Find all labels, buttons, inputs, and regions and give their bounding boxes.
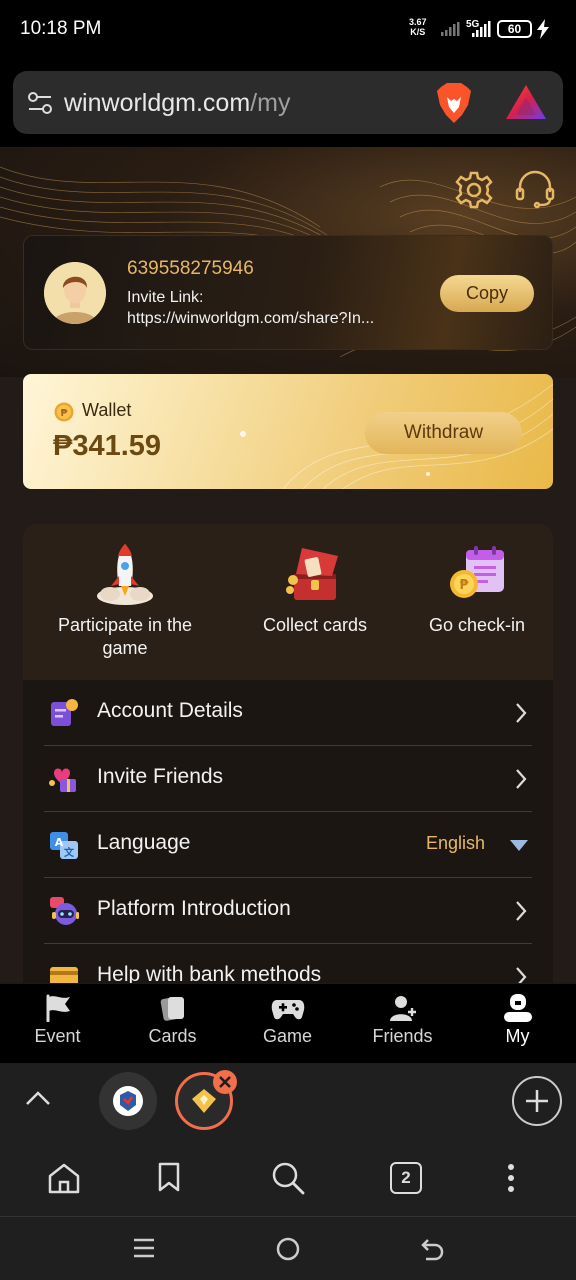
new-tab-button[interactable] [512,1076,562,1126]
charging-icon [537,19,549,39]
close-tab-icon[interactable] [213,1070,237,1094]
tab-switcher-button[interactable]: 2 [390,1162,422,1194]
settings-menu: Account Details Invite Friends A 文 Langu… [23,680,553,983]
tab-label: Friends [372,1026,433,1046]
quick-action-label: Collect cards [262,615,368,635]
signal-icon [441,22,460,36]
browser-header: winworldgm.com/my [0,60,576,147]
quick-action-participate[interactable]: Participate in the game [37,542,213,660]
profile-card: 639558275946 Invite Link: https://winwor… [23,235,553,350]
quick-action-label: Go check-in [428,615,526,635]
chevron-up-icon[interactable] [25,1090,51,1106]
add-friend-icon [389,996,416,1021]
wallet-label: Wallet [82,400,132,420]
withdraw-button[interactable]: Withdraw [365,412,522,454]
quick-action-check-in[interactable]: ₱ Go check-in [397,542,557,637]
battery-icon: 60 [497,20,532,38]
tab-game[interactable]: Game [230,994,345,1047]
tab-label: Game [262,1026,313,1046]
invite-link-url: https://winworldgm.com/share?In... [127,310,375,327]
address-bar[interactable]: winworldgm.com/my [13,71,563,134]
translate-icon: A 文 [50,832,78,859]
rocket-icon [97,544,153,605]
dropdown-triangle-icon [510,840,528,851]
gift-heart-icon [49,768,76,792]
tab-label: Cards [148,1026,197,1046]
winworld-favicon-icon [192,1089,216,1113]
gamepad-icon [271,1000,304,1020]
copy-button[interactable]: Copy [440,275,534,312]
browser-toolbar: 2 [0,1137,576,1217]
user-icon [503,994,532,1022]
avatar [44,262,106,324]
tab-event[interactable]: Event [0,994,115,1047]
robot-chat-icon [50,897,79,925]
recent-apps-icon[interactable] [133,1237,155,1259]
system-navigation-bar [0,1217,576,1280]
quick-action-label: Participate in the game [57,615,193,658]
account-book-icon [51,699,78,726]
menu-item-label: Account Details [97,699,243,722]
bottom-tab-nav: Event Cards Game Friends My [0,983,576,1063]
chevron-right-icon [516,901,527,921]
user-avatar-icon [44,262,106,324]
tab-my[interactable]: My [460,994,575,1047]
status-bar: 10:18 PM 3.67 K/S 5G 60 [0,0,576,60]
chevron-right-icon [516,967,527,983]
flag-icon [46,994,70,1022]
home-circle-icon[interactable] [276,1237,300,1261]
bookmark-icon[interactable] [157,1162,181,1192]
signal-5g-icon: 5G [466,19,494,38]
back-icon[interactable] [420,1237,444,1261]
tab-label: Event [34,1026,81,1046]
plus-icon [526,1090,548,1112]
quick-actions: Participate in the game Collect cards ₱ [23,524,553,680]
home-icon[interactable] [47,1162,81,1194]
wallet-card: ₱ Wallet ₱341.59 Withdraw [23,374,553,489]
menu-item-platform-introduction[interactable]: Platform Introduction [44,878,532,944]
user-id: 639558275946 [127,258,254,279]
chevron-right-icon [516,769,527,789]
quick-action-collect-cards[interactable]: Collect cards [227,542,403,637]
svg-text:₱: ₱ [61,408,68,419]
calendar-coin-icon: ₱ [450,546,504,598]
more-menu-icon[interactable] [506,1163,516,1193]
my-page: 639558275946 Invite Link: https://winwor… [0,147,576,983]
menu-item-label: Language [97,831,191,854]
language-value: English [426,833,486,853]
menu-item-account-details[interactable]: Account Details [44,680,532,746]
treasure-chest-icon [286,548,338,600]
brave-rewards-icon[interactable] [506,85,546,121]
tab-label: My [505,1026,530,1046]
svg-text:文: 文 [64,846,75,859]
network-speed: 3.67 K/S [409,17,427,37]
brave-shields-icon[interactable] [435,83,473,123]
chevron-right-icon [516,703,527,723]
cards-icon [160,997,184,1021]
menu-item-invite-friends[interactable]: Invite Friends [44,746,532,812]
svg-text:A: A [55,836,64,849]
site-favicon-icon [113,1086,143,1116]
bank-card-icon [50,967,78,983]
settings-gear-icon[interactable] [455,171,493,209]
svg-text:₱: ₱ [459,578,469,593]
tab-cards[interactable]: Cards [115,994,230,1047]
menu-item-bank-help[interactable]: Help with bank methods [44,944,532,983]
site-settings-icon[interactable] [27,91,53,115]
invite-link-label: Invite Link: [127,289,204,306]
search-icon[interactable] [271,1161,305,1195]
wallet-balance: ₱341.59 [53,430,162,462]
customer-service-icon[interactable] [514,169,556,209]
peso-coin-icon: ₱ [54,402,74,422]
menu-item-label: Platform Introduction [97,897,291,920]
tab-thumbnail-1[interactable] [99,1072,157,1130]
tab-friends[interactable]: Friends [345,994,460,1047]
browser-tab-strip [0,1063,576,1137]
status-time: 10:18 PM [20,18,102,39]
menu-item-language[interactable]: A 文 Language English [44,812,532,878]
menu-item-label: Invite Friends [97,765,224,788]
url-text[interactable]: winworldgm.com/my [64,89,290,118]
menu-item-label: Help with bank methods [97,963,322,983]
